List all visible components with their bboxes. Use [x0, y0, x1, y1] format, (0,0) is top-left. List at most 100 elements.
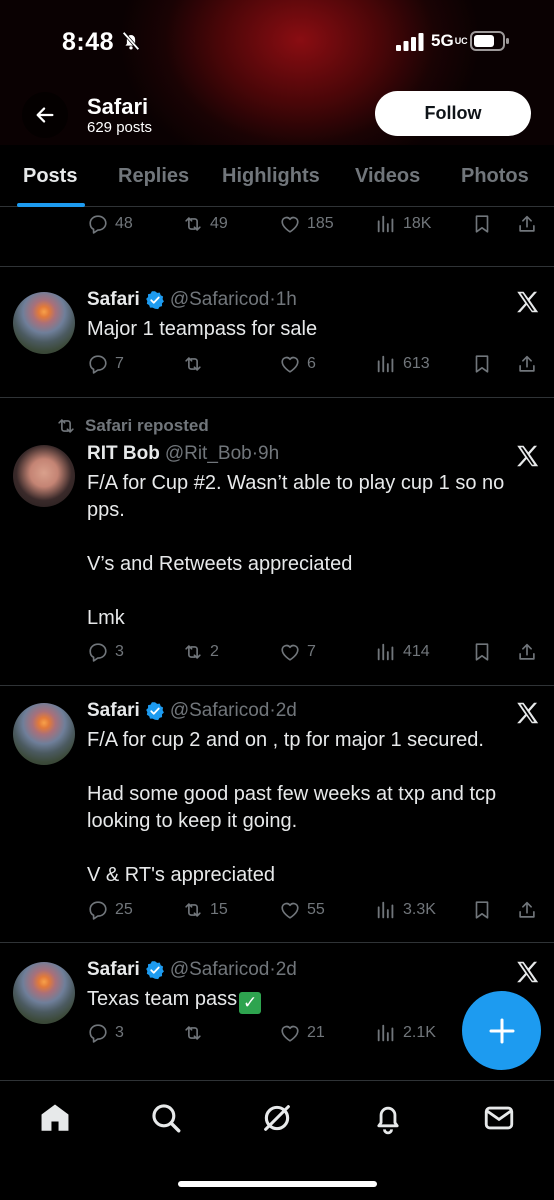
reply-icon [87, 353, 109, 375]
tab-replies[interactable]: Replies [118, 165, 189, 188]
post-header: RIT Bob @Rit_Bob·9h [87, 443, 279, 465]
active-tab-indicator [17, 203, 85, 207]
post-handle: @Rit_Bob·9h [164, 443, 280, 464]
bookmark-button[interactable] [471, 899, 493, 921]
share-button[interactable] [516, 641, 538, 663]
repost-button[interactable]: 15 [182, 899, 228, 921]
x-logo-icon [514, 443, 540, 469]
share-icon [516, 353, 538, 375]
repost-icon [182, 213, 204, 235]
status-time: 8:48 [62, 28, 115, 56]
bookmark-icon [471, 213, 493, 235]
reply-button[interactable]: 48 [87, 213, 133, 235]
post-author[interactable]: Safari [87, 700, 140, 722]
reply-button[interactable]: 7 [87, 353, 124, 375]
post-count: 629 posts [87, 119, 153, 136]
repost-button[interactable]: 49 [182, 213, 228, 235]
views-button[interactable]: 2.1K [375, 1022, 436, 1044]
battery-icon [470, 31, 509, 51]
like-button[interactable]: 6 [279, 353, 316, 375]
avatar[interactable] [13, 292, 75, 354]
compose-plus-icon [489, 1018, 514, 1043]
like-button[interactable]: 7 [279, 641, 316, 663]
views-icon [375, 641, 397, 663]
reply-button[interactable]: 3 [87, 1022, 124, 1044]
tab-photos[interactable]: Photos [461, 165, 529, 188]
post-actions: 25 15 55 3.3K [0, 899, 554, 927]
share-icon [516, 899, 538, 921]
reply-icon [87, 899, 109, 921]
views-button[interactable]: 414 [375, 641, 430, 663]
like-icon [279, 641, 301, 663]
like-icon [279, 213, 301, 235]
repost-button[interactable]: 2 [182, 641, 219, 663]
views-button[interactable]: 613 [375, 353, 430, 375]
tab-videos[interactable]: Videos [355, 165, 420, 188]
post-author[interactable]: RIT Bob [87, 443, 160, 465]
notifications-icon[interactable] [371, 1101, 405, 1135]
views-button[interactable]: 3.3K [375, 899, 436, 921]
like-button[interactable]: 185 [279, 213, 334, 235]
avatar[interactable] [13, 962, 75, 1024]
bookmark-button[interactable] [471, 641, 493, 663]
post-handle: @Safaricod·1h [169, 289, 297, 310]
search-icon[interactable] [149, 1101, 183, 1135]
reply-icon [87, 641, 109, 663]
like-button[interactable]: 21 [279, 1022, 325, 1044]
post-actions: 3 2 7 414 [0, 641, 554, 669]
reply-icon [87, 1022, 109, 1044]
repost-indicator: Safari reposted [55, 415, 209, 437]
like-button[interactable]: 55 [279, 899, 325, 921]
bookmark-icon [471, 353, 493, 375]
share-button[interactable] [516, 353, 538, 375]
views-icon [375, 353, 397, 375]
home-indicator [178, 1181, 377, 1187]
bookmark-button[interactable] [471, 213, 493, 235]
like-icon [279, 353, 301, 375]
post-item[interactable]: Safari @Safaricod·1h Major 1 teampass fo… [0, 267, 554, 397]
post-text: Texas team pass ✓ [87, 986, 527, 1014]
post-header: Safari @Safaricod·2d [87, 959, 297, 981]
follow-button[interactable]: Follow [375, 91, 531, 136]
reply-button[interactable]: 25 [87, 899, 133, 921]
compose-button[interactable] [462, 991, 541, 1070]
share-button[interactable] [516, 213, 538, 235]
repost-icon [182, 353, 204, 375]
verified-badge-icon [145, 960, 165, 980]
post-author[interactable]: Safari [87, 959, 140, 981]
top-post-actions: 48 49 185 18K [0, 213, 554, 241]
verified-badge-icon [145, 290, 165, 310]
reply-button[interactable]: 3 [87, 641, 124, 663]
post-item[interactable]: Safari @Safaricod·2d F/A for cup 2 and o… [0, 686, 554, 942]
back-button[interactable] [22, 92, 68, 138]
network-label: 5GUC [431, 31, 468, 50]
grok-icon[interactable] [260, 1101, 294, 1135]
messages-icon[interactable] [482, 1101, 516, 1135]
views-icon [375, 213, 397, 235]
reply-icon [87, 213, 109, 235]
post-header: Safari @Safaricod·1h [87, 289, 297, 311]
post-author[interactable]: Safari [87, 289, 140, 311]
post-handle: @Safaricod·2d [169, 959, 297, 980]
post-text: F/A for cup 2 and on , tp for major 1 se… [87, 729, 497, 886]
tab-highlights[interactable]: Highlights [222, 165, 320, 188]
views-button[interactable]: 18K [375, 213, 431, 235]
post-text: Major 1 teampass for sale [87, 318, 318, 340]
repost-button[interactable] [182, 1022, 210, 1044]
repost-button[interactable] [182, 353, 210, 375]
bookmark-icon [471, 641, 493, 663]
post-item[interactable]: Safari reposted RIT Bob @Rit_Bob·9h F/A … [0, 398, 554, 685]
avatar[interactable] [13, 445, 75, 507]
repost-icon [182, 1022, 204, 1044]
verified-badge-icon [145, 701, 165, 721]
status-bar: 8:48 5GUC [0, 0, 554, 86]
like-icon [279, 899, 301, 921]
tab-posts[interactable]: Posts [23, 165, 77, 188]
views-icon [375, 1022, 397, 1044]
profile-tabs: Posts Replies Highlights Videos Photos [0, 145, 554, 207]
avatar[interactable] [13, 703, 75, 765]
bookmark-button[interactable] [471, 353, 493, 375]
post-text: F/A for Cup #2. Wasn’t able to play cup … [87, 472, 505, 629]
home-icon[interactable] [38, 1101, 72, 1135]
share-button[interactable] [516, 899, 538, 921]
